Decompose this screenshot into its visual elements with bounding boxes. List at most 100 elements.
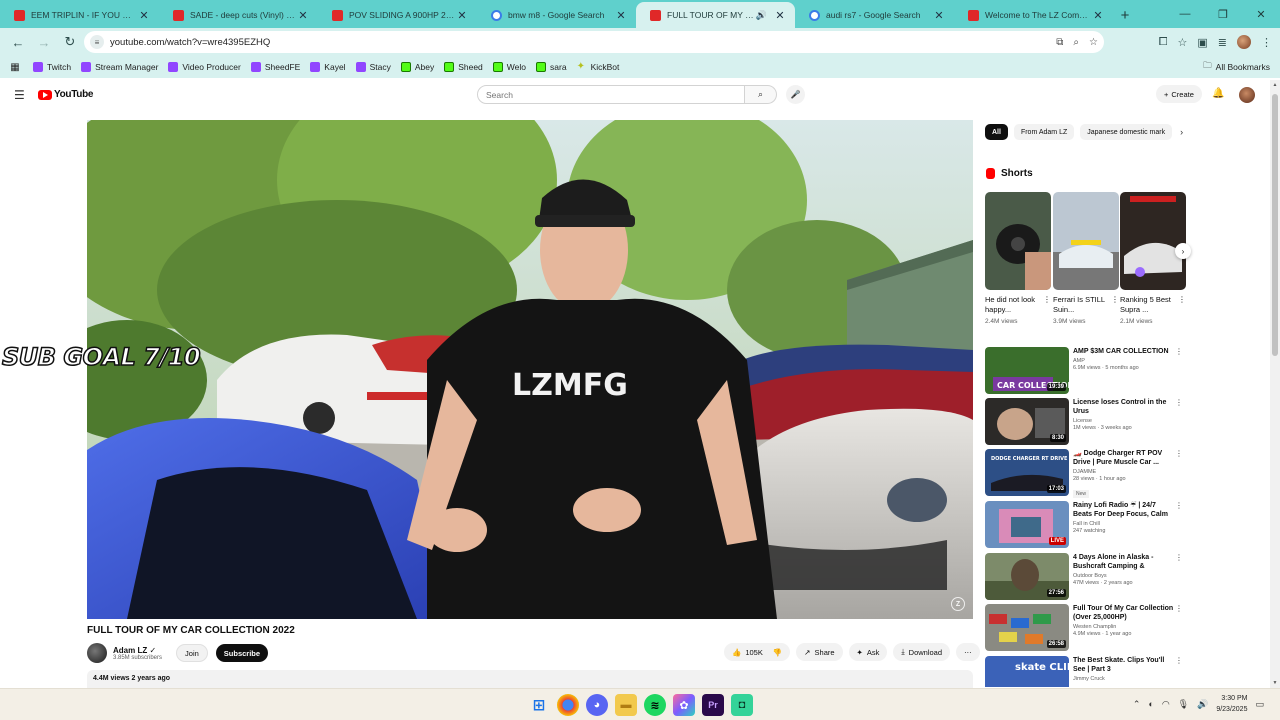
menu-kebab-icon[interactable]: ⋮ bbox=[1261, 36, 1272, 49]
video-title[interactable]: The Best Skate. Clips You'll See | Part … bbox=[1073, 656, 1175, 674]
tab-search-icon[interactable]: ▣ bbox=[1197, 36, 1207, 49]
app-bot-icon[interactable]: ◘ bbox=[731, 694, 753, 716]
close-tab-icon[interactable]: ✕ bbox=[137, 9, 151, 22]
video-thumbnail[interactable]: 26:58 bbox=[985, 604, 1069, 651]
video-title[interactable]: Rainy Lofi Radio ☔ | 24/7 Beats For Deep… bbox=[1073, 501, 1175, 519]
download-button[interactable]: ⤓ Download bbox=[893, 643, 951, 661]
recommended-video[interactable]: skate CLIPS The Best Skate. Clips You'll… bbox=[985, 656, 1185, 687]
hamburger-menu-icon[interactable]: ☰ bbox=[14, 88, 25, 102]
file-explorer-icon[interactable]: ▬ bbox=[615, 694, 637, 716]
recommended-video[interactable]: 26:58 Full Tour Of My Car Collection (Ov… bbox=[985, 604, 1185, 652]
bookmark-item[interactable]: Twitch bbox=[33, 62, 71, 72]
windows-start-icon[interactable]: ⊞ bbox=[528, 694, 550, 716]
channel-name[interactable]: Adam LZ ✓ bbox=[113, 646, 162, 655]
bookmark-item[interactable]: Abey bbox=[400, 62, 434, 72]
chevron-right-icon[interactable]: › bbox=[1180, 127, 1183, 137]
reload-icon[interactable]: ↻ bbox=[58, 30, 82, 54]
short-title[interactable]: Ranking 5 Best Supra ... bbox=[1120, 295, 1171, 314]
video-thumbnail[interactable]: 8:30 bbox=[985, 398, 1069, 445]
channel-name[interactable]: Westen Champlin bbox=[1073, 624, 1175, 630]
video-thumbnail[interactable]: CAR COLLECTION 19:39 bbox=[985, 347, 1069, 394]
more-vertical-icon[interactable]: ⋮ bbox=[1111, 295, 1119, 305]
minimize-icon[interactable]: — bbox=[1166, 0, 1204, 28]
forward-arrow-icon[interactable]: → bbox=[32, 30, 56, 54]
bookmark-item[interactable]: Sheed bbox=[444, 62, 483, 72]
bookmark-item[interactable]: SheedFE bbox=[250, 62, 300, 72]
address-bar[interactable]: ≡ youtube.com/watch?v=wre4395EZHQ ⧉ ⌕ ☆ bbox=[84, 31, 1104, 53]
short-thumbnail[interactable] bbox=[1120, 192, 1186, 290]
more-vertical-icon[interactable]: ⋮ bbox=[1175, 398, 1183, 407]
chip-all[interactable]: All bbox=[985, 124, 1008, 140]
close-tab-icon[interactable]: ✕ bbox=[296, 9, 310, 22]
copilot-icon[interactable]: ✿ bbox=[673, 694, 695, 716]
close-window-icon[interactable]: ✕ bbox=[1242, 0, 1280, 28]
notifications-bell-icon[interactable]: 🔔 bbox=[1212, 88, 1224, 99]
thumbs-down-icon[interactable]: 👎 bbox=[773, 648, 782, 657]
profile-avatar[interactable] bbox=[1237, 35, 1251, 49]
volume-icon[interactable]: 🔊 bbox=[1197, 699, 1208, 710]
speaker-icon[interactable]: 🔊 bbox=[756, 10, 767, 21]
browser-tab[interactable]: SADE - deep cuts (Vinyl) | Chill ✕ bbox=[159, 2, 318, 28]
video-thumbnail[interactable]: DODGE CHARGER RT DRIVE 17:03 bbox=[985, 449, 1069, 496]
video-title[interactable]: 🏎️ Dodge Charger RT POV Drive | Pure Mus… bbox=[1073, 449, 1175, 467]
description-box[interactable]: 4.4M views 2 years ago bbox=[87, 670, 973, 690]
install-app-icon[interactable]: ⧉ bbox=[1056, 37, 1063, 48]
short-card[interactable]: Ranking 5 Best Supra ... ⋮ 2.1M views bbox=[1120, 192, 1186, 325]
shorts-next-chevron-icon[interactable]: › bbox=[1175, 243, 1191, 259]
channel-name[interactable]: Fall in Chill bbox=[1073, 521, 1175, 527]
bookmark-item[interactable]: sara bbox=[536, 62, 567, 72]
browser-tab[interactable]: bmw m8 - Google Search ✕ bbox=[477, 2, 636, 28]
video-title[interactable]: 4 Days Alone in Alaska - Bushcraft Campi… bbox=[1073, 553, 1175, 571]
close-tab-icon[interactable]: ✕ bbox=[614, 9, 628, 22]
spotify-icon[interactable]: ≋ bbox=[644, 694, 666, 716]
discord-icon[interactable]: ◕ bbox=[586, 694, 608, 716]
bookmark-item[interactable]: ✦ KickBot bbox=[576, 62, 619, 72]
channel-name[interactable]: License bbox=[1073, 418, 1175, 424]
channel-avatar[interactable] bbox=[87, 643, 107, 663]
zoom-icon[interactable]: ⌕ bbox=[1073, 37, 1079, 48]
channel-name[interactable]: DJAMME bbox=[1073, 469, 1175, 475]
recommended-video[interactable]: LIVE Rainy Lofi Radio ☔ | 24/7 Beats For… bbox=[985, 501, 1185, 549]
recommended-video[interactable]: 8:30 License loses Control in the Urus Li… bbox=[985, 398, 1185, 446]
scrollbar-thumb[interactable] bbox=[1272, 94, 1278, 356]
create-button[interactable]: + Create bbox=[1156, 85, 1202, 103]
thumbs-up-icon[interactable]: 👍 bbox=[732, 648, 741, 657]
channel-name[interactable]: Outdoor Boys bbox=[1073, 573, 1175, 579]
like-dislike-button[interactable]: 👍 105K 👎 bbox=[724, 643, 791, 661]
close-tab-icon[interactable]: ✕ bbox=[1091, 9, 1105, 22]
more-vertical-icon[interactable]: ⋮ bbox=[1178, 295, 1186, 305]
more-vertical-icon[interactable]: ⋮ bbox=[1175, 501, 1183, 510]
scroll-down-icon[interactable]: ▼ bbox=[1270, 680, 1280, 686]
video-player[interactable]: LZMFG Z bbox=[87, 120, 973, 619]
bookmark-item[interactable]: Stream Manager bbox=[81, 62, 158, 72]
wifi-icon[interactable]: ◠ bbox=[1162, 699, 1170, 710]
all-bookmarks-button[interactable]: 🗀 All Bookmarks bbox=[1203, 60, 1270, 74]
voice-search-icon[interactable]: 🎤 bbox=[786, 85, 805, 104]
channel-name[interactable]: AMP bbox=[1073, 358, 1175, 364]
search-button[interactable]: ⌕ bbox=[745, 85, 777, 104]
ask-button[interactable]: ✦ Ask bbox=[848, 643, 888, 661]
short-thumbnail[interactable] bbox=[1053, 192, 1119, 290]
search-input[interactable] bbox=[477, 85, 745, 104]
video-title[interactable]: License loses Control in the Urus bbox=[1073, 398, 1175, 416]
chevron-up-icon[interactable]: ⌃ bbox=[1133, 699, 1141, 710]
bookmark-item[interactable]: Welo bbox=[492, 62, 526, 72]
close-tab-icon[interactable]: ✕ bbox=[455, 9, 469, 22]
subscribe-button[interactable]: Subscribe bbox=[215, 644, 269, 662]
channel-name-text[interactable]: Adam LZ bbox=[113, 646, 147, 655]
more-vertical-icon[interactable]: ⋮ bbox=[1043, 295, 1051, 305]
recommended-video[interactable]: DODGE CHARGER RT DRIVE 17:03 🏎️ Dodge Ch… bbox=[985, 449, 1185, 498]
account-avatar[interactable] bbox=[1239, 87, 1255, 103]
close-tab-icon[interactable]: ✕ bbox=[932, 9, 946, 22]
chip-from-channel[interactable]: From Adam LZ bbox=[1013, 124, 1075, 140]
more-vertical-icon[interactable]: ⋮ bbox=[1175, 449, 1183, 458]
video-title[interactable]: Full Tour Of My Car Collection (Over 25,… bbox=[1073, 604, 1175, 622]
site-info-icon[interactable]: ≡ bbox=[90, 35, 104, 49]
more-vertical-icon[interactable]: ⋮ bbox=[1175, 553, 1183, 562]
video-thumbnail[interactable]: skate CLIPS bbox=[985, 656, 1069, 687]
short-title[interactable]: Ferrari Is STILL Suin... bbox=[1053, 295, 1105, 314]
video-title[interactable]: AMP $3M CAR COLLECTION bbox=[1073, 347, 1175, 356]
browser-tab[interactable]: POV SLIDING A 900HP 2025 BM ✕ bbox=[318, 2, 477, 28]
more-actions-button[interactable]: ⋯ bbox=[956, 643, 980, 661]
new-tab-button[interactable]: + bbox=[1113, 2, 1137, 28]
